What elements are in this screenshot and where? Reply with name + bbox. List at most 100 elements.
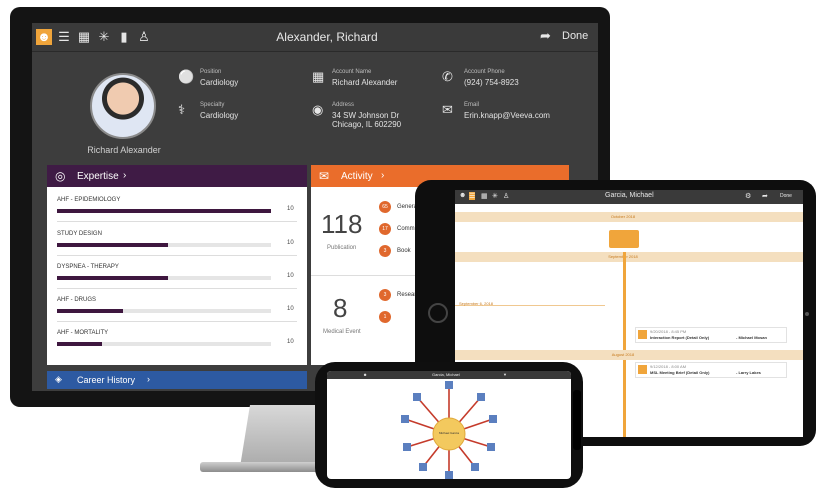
account-name-label: Account Name — [332, 69, 372, 75]
expertise-bar-track — [57, 243, 271, 247]
people-icon[interactable]: ♙ — [503, 192, 509, 200]
graph-node[interactable] — [477, 393, 485, 401]
specialty-value: Cardiology — [200, 111, 239, 120]
expertise-value: 10 — [287, 339, 294, 345]
card-author: - Larry Lakes — [736, 370, 761, 375]
graph-node[interactable] — [413, 393, 421, 401]
chevron-right-icon: › — [123, 170, 127, 181]
account-phone-label: Account Phone — [464, 69, 505, 75]
expertise-header[interactable]: ◎ Expertise › — [47, 165, 307, 187]
timeline-card[interactable]: 9/12/2018 - 8:00 AM MSL Meeting Brief (D… — [635, 362, 787, 378]
share-icon[interactable]: ➦ — [540, 28, 551, 44]
network-icon[interactable]: ✳ — [492, 192, 498, 200]
position-label: Position — [200, 69, 222, 75]
tablet-toolbar: ☻ ☰ ▦ ✳ ♙ Garcia, Michael ⚙ ➦ Done — [455, 190, 803, 204]
tablet-home-button — [428, 303, 448, 323]
network-graph — [401, 381, 497, 479]
email-icon: ✉ — [442, 102, 453, 117]
divider — [57, 288, 297, 289]
expertise-bar-fill — [57, 243, 169, 247]
tablet-camera — [805, 312, 809, 316]
phone-icon: ✆ — [442, 69, 453, 84]
graph-node[interactable] — [445, 381, 453, 389]
hierarchy-icon[interactable]: ☰ — [56, 29, 72, 45]
gear-icon[interactable]: ⚙ — [745, 192, 751, 200]
expertise-label: AHF - DRUGS — [57, 297, 96, 303]
note-icon — [638, 330, 647, 339]
app-toolbar: ☻ ☰ ▦ ✳ ▮ ♙ Alexander, Richard ➦ Done — [32, 23, 598, 52]
people-icon[interactable]: ♙ — [136, 29, 152, 45]
expertise-value: 10 — [287, 306, 294, 312]
graph-node[interactable] — [489, 415, 497, 423]
graph-node[interactable] — [471, 463, 479, 471]
count-badge: 3 — [379, 245, 391, 257]
list-item: AHF - DRUGS 10 — [57, 297, 297, 322]
expertise-bar-fill — [57, 342, 102, 346]
activity-summary: 118 Publication 65 General 17 Comm 3 Boo… — [311, 187, 429, 365]
expertise-bar-track — [57, 342, 271, 346]
medical-event-caption: Medical Event — [323, 329, 361, 335]
graph-node[interactable] — [487, 443, 495, 451]
stethoscope-icon: ⚕ — [178, 102, 186, 117]
card-title: MSL Meeting Brief (Detail Only) — [650, 370, 710, 375]
tablet-done-button[interactable]: Done — [780, 193, 792, 199]
person-outline-icon: ⚪ — [178, 69, 195, 84]
org-chart-icon[interactable]: ▦ — [481, 192, 488, 200]
phone-screen: Garcia, Michael ☻ ▼ Michael Garcia — [327, 371, 571, 479]
publication-caption: Publication — [327, 245, 357, 251]
email-label: Email — [464, 102, 480, 108]
person-icon[interactable]: ☻ — [36, 29, 52, 45]
bar-chart-icon[interactable]: ▮ — [116, 29, 132, 45]
activity-title: Activity — [341, 171, 373, 182]
done-button[interactable]: Done — [562, 30, 588, 42]
count-badge: 65 — [379, 201, 391, 213]
publication-count: 118 — [321, 209, 363, 239]
network-icon[interactable]: ✳ — [96, 29, 112, 45]
phone-title: Garcia, Michael — [432, 372, 460, 377]
expertise-value: 10 — [287, 273, 294, 279]
event-marker[interactable] — [609, 230, 639, 248]
graph-node[interactable] — [445, 471, 453, 479]
card-date: 9/20/2018 - 8:45 PM — [650, 329, 687, 334]
position-value: Cardiology — [200, 78, 239, 87]
person-icon[interactable]: ☻ — [363, 372, 367, 377]
card-author: - Michael Mosan — [736, 335, 767, 340]
divider — [311, 275, 429, 276]
profile-name: Richard Alexander — [87, 145, 161, 155]
megaphone-icon: ✉ — [319, 169, 330, 183]
graph-node[interactable] — [401, 415, 409, 423]
share-icon[interactable]: ➦ — [762, 192, 768, 200]
email-value[interactable]: Erin.knapp@Veeva.com — [464, 111, 550, 120]
expertise-list: AHF - EPIDEMIOLOGY 10 STUDY DESIGN 10 DY… — [47, 187, 307, 365]
graph-node[interactable] — [419, 463, 427, 471]
account-name-value: Richard Alexander — [332, 78, 398, 87]
career-title: Career History — [77, 375, 136, 385]
card-title: Interaction Report (Detail Only) — [650, 335, 710, 340]
phone-toolbar: Garcia, Michael ☻ ▼ — [327, 371, 571, 379]
specialty-label: Specialty — [200, 102, 225, 108]
filter-icon[interactable]: ▼ — [503, 372, 507, 377]
graph-node[interactable] — [403, 443, 411, 451]
page-title: Alexander, Richard — [276, 30, 378, 44]
list-item: DYSPNEA - THERAPY 10 — [57, 264, 297, 289]
month-label: August 2018 — [611, 352, 635, 357]
count-badge: 3 — [379, 289, 391, 301]
expertise-bar-fill — [57, 276, 169, 280]
expertise-bar-track — [57, 309, 271, 313]
timeline-card[interactable]: 9/20/2018 - 8:45 PM Interaction Report (… — [635, 327, 787, 343]
expertise-label: DYSPNEA - THERAPY — [57, 264, 119, 270]
person-icon[interactable]: ☻ — [459, 192, 466, 199]
expertise-value: 10 — [287, 206, 294, 212]
hierarchy-icon[interactable]: ☰ — [469, 192, 476, 200]
expertise-label: AHF - MORTALITY — [57, 330, 109, 336]
expertise-label: AHF - EPIDEMIOLOGY — [57, 197, 121, 203]
count-badge: 17 — [379, 223, 391, 235]
career-history-header[interactable]: ◈ Career History › — [47, 371, 307, 389]
category-label: Resear — [397, 292, 417, 298]
divider — [57, 321, 297, 322]
expertise-label: STUDY DESIGN — [57, 231, 102, 237]
org-chart-icon[interactable]: ▦ — [76, 29, 92, 45]
expertise-bar-fill — [57, 209, 271, 213]
address-label: Address — [332, 102, 355, 108]
month-band: September 2018 — [455, 252, 803, 262]
